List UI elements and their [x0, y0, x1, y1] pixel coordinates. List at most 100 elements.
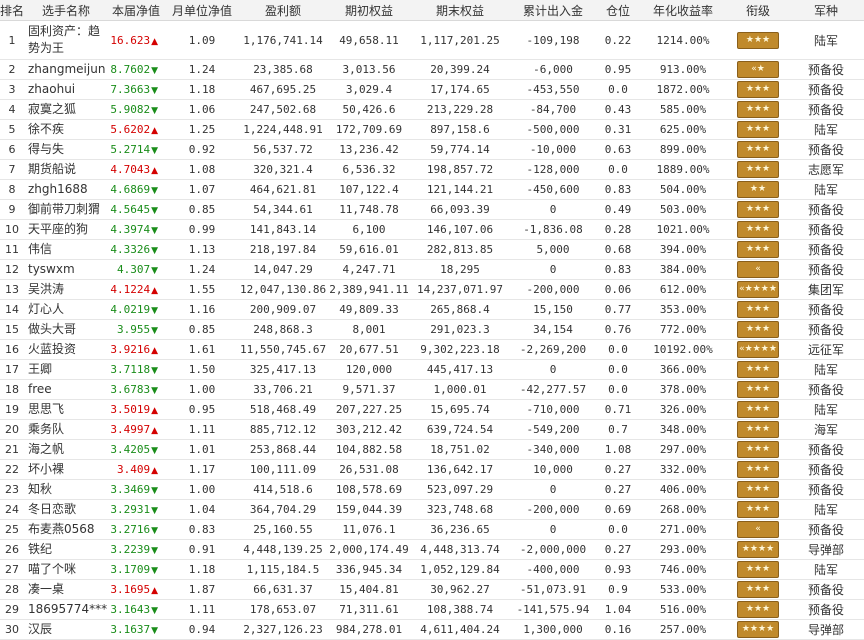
player-name-link[interactable]: 寂寞之狐 — [24, 99, 108, 120]
player-name-link[interactable]: 思思飞 — [24, 399, 108, 420]
table-row[interactable]: 1 固利资产：趋势为王 16.623▲ 1.09 1,176,741.14 49,658.… — [0, 20, 864, 60]
table-row[interactable]: 16 火蓝投资 3.9216▲ 1.61 11,550,745.67 20,677.51 9… — [0, 339, 864, 360]
table-row[interactable]: 17 王卿 3.7118▼ 1.50 325,417.13 120,000 445,417.… — [0, 359, 864, 380]
player-name-link[interactable]: 18695774*** — [24, 599, 108, 620]
table-row[interactable]: 13 吴洪涛 4.1224▲ 1.55 12,047,130.86 2,389,941.1… — [0, 279, 864, 300]
player-name-link[interactable]: 海之帆 — [24, 439, 108, 460]
net-flow-cell: -2,269,200 — [508, 339, 598, 360]
player-name-link[interactable]: 凑一桌 — [24, 579, 108, 600]
player-name-link[interactable]: zhaohui — [24, 79, 108, 100]
annual-return-cell: 746.00% — [638, 559, 728, 580]
player-name-link[interactable]: 冬日恋歌 — [24, 499, 108, 520]
table-row[interactable]: 3 zhaohui 7.3663▼ 1.18 467,695.25 3,029.4 17,1… — [0, 79, 864, 100]
start-equity-cell: 8,001 — [326, 319, 412, 340]
player-name-link[interactable]: 喵了个咪 — [24, 559, 108, 580]
player-name-link[interactable]: zhgh1688 — [24, 179, 108, 200]
table-row[interactable]: 18 free 3.6783▼ 1.00 33,706.21 9,571.37 1,000.… — [0, 379, 864, 400]
table-row[interactable]: 27 喵了个咪 3.1709▼ 1.18 1,115,184.5 336,945.34 1,… — [0, 559, 864, 580]
player-name-link[interactable]: tyswxm — [24, 259, 108, 280]
nav-value: 3.4205 — [110, 443, 151, 456]
col-flow-header[interactable]: 累计出入金 — [508, 0, 598, 21]
player-name-link[interactable]: 乘务队 — [24, 419, 108, 440]
profit-cell: 33,706.21 — [240, 379, 326, 400]
table-row[interactable]: 11 伟信 4.3326▼ 1.13 218,197.84 59,616.01 282,81… — [0, 239, 864, 260]
profit-cell: 12,047,130.86 — [240, 279, 326, 300]
profit-cell: 885,712.12 — [240, 419, 326, 440]
table-row[interactable]: 6 得与失 5.2714▼ 0.92 56,537.72 13,236.42 59,774.… — [0, 139, 864, 160]
table-row[interactable]: 29 18695774*** 3.1643▼ 1.11 178,653.07 71,311… — [0, 599, 864, 620]
table-row[interactable]: 20 乘务队 3.4997▲ 1.11 885,712.12 303,212.42 639,… — [0, 419, 864, 440]
table-row[interactable]: 14 灯心人 4.0219▼ 1.16 200,909.07 49,809.33 265,8… — [0, 299, 864, 320]
table-row[interactable]: 4 寂寞之狐 5.9082▼ 1.06 247,502.68 50,426.6 213,22… — [0, 99, 864, 120]
table-row[interactable]: 12 tyswxm 4.307▼ 1.24 14,047.29 4,247.71 18,29… — [0, 259, 864, 280]
table-row[interactable]: 21 海之帆 3.4205▼ 1.01 253,868.44 104,882.58 18,7… — [0, 439, 864, 460]
col-end-header[interactable]: 期末权益 — [412, 0, 508, 21]
start-equity-cell: 6,536.32 — [326, 159, 412, 180]
nav-cell: 5.6202▲ — [108, 119, 164, 140]
col-badge-header[interactable]: 衔级 — [728, 0, 788, 21]
net-flow-cell: -710,000 — [508, 399, 598, 420]
player-name-link[interactable]: zhangmeijun — [24, 59, 108, 80]
table-row[interactable]: 28 凑一桌 3.1695▲ 1.87 66,631.37 15,404.81 30,962… — [0, 579, 864, 600]
col-start-header[interactable]: 期初权益 — [326, 0, 412, 21]
player-name-link[interactable]: 天平座的狗 — [24, 219, 108, 240]
table-row[interactable]: 25 布麦燕0568 3.2716▼ 0.83 25,160.55 11,076.1 36,… — [0, 519, 864, 540]
col-branch-header[interactable]: 军种 — [788, 0, 864, 21]
player-name-link[interactable]: 坏小裸 — [24, 459, 108, 480]
net-flow-cell: -340,000 — [508, 439, 598, 460]
table-row[interactable]: 23 知秋 3.3469▼ 1.00 414,518.6 108,578.69 523,09… — [0, 479, 864, 500]
player-name-link[interactable]: 火蓝投资 — [24, 339, 108, 360]
table-row[interactable]: 22 坏小裸 3.409▲ 1.17 100,111.09 26,531.08 136,64… — [0, 459, 864, 480]
table-row[interactable]: 30 汉辰 3.1637▼ 0.94 2,327,126.23 984,278.01 4,6… — [0, 619, 864, 640]
table-row[interactable]: 24 冬日恋歌 3.2931▼ 1.04 364,704.29 159,044.39 323… — [0, 499, 864, 520]
net-flow-cell: -1,836.08 — [508, 219, 598, 240]
col-profit-header[interactable]: 盈利额 — [240, 0, 326, 21]
player-name-link[interactable]: 铁纪 — [24, 539, 108, 560]
col-nav-header[interactable]: 本届净值 — [108, 0, 164, 21]
table-row[interactable]: 26 铁纪 3.2239▼ 0.91 4,448,139.25 2,000,174.49 4… — [0, 539, 864, 560]
player-name-link[interactable]: 伟信 — [24, 239, 108, 260]
col-monthly-header[interactable]: 月单位净值 — [164, 0, 240, 21]
player-name-link[interactable]: 做头大哥 — [24, 319, 108, 340]
rank-badge-cell: ★★★ — [728, 159, 788, 180]
table-row[interactable]: 19 思思飞 3.5019▲ 0.95 518,468.49 207,227.25 15,6… — [0, 399, 864, 420]
player-name-link[interactable]: free — [24, 379, 108, 400]
rank-cell: 8 — [0, 179, 24, 200]
col-annual-header[interactable]: 年化收益率 — [638, 0, 728, 21]
net-flow-cell: -51,073.91 — [508, 579, 598, 600]
table-row[interactable]: 9 御前带刀刺猬 4.5645▼ 0.85 54,344.61 11,748.78 66,0… — [0, 199, 864, 220]
military-rank-badge-icon: ★★★ — [737, 441, 779, 458]
branch-cell: 预备役 — [788, 139, 864, 160]
end-equity-cell: 18,751.02 — [412, 439, 508, 460]
player-name-link[interactable]: 王卿 — [24, 359, 108, 380]
net-flow-cell: 0 — [508, 479, 598, 500]
branch-cell: 预备役 — [788, 59, 864, 80]
col-rank-header[interactable]: 排名 — [0, 0, 24, 21]
player-name-link[interactable]: 布麦燕0568 — [24, 519, 108, 540]
table-row[interactable]: 2 zhangmeijun 8.7602▼ 1.24 23,385.68 3,013.56… — [0, 59, 864, 80]
player-name-link[interactable]: 知秋 — [24, 479, 108, 500]
player-name-link[interactable]: 汉辰 — [24, 619, 108, 640]
arrow-down-icon: ▼ — [151, 486, 158, 496]
col-name-header[interactable]: 选手名称 — [24, 0, 108, 21]
rank-badge-cell: ★★★ — [728, 599, 788, 620]
end-equity-cell: 146,107.06 — [412, 219, 508, 240]
monthly-nav-cell: 0.85 — [164, 319, 240, 340]
nav-cell: 16.623▲ — [108, 20, 164, 60]
end-equity-cell: 213,229.28 — [412, 99, 508, 120]
player-name-link[interactable]: 得与失 — [24, 139, 108, 160]
player-name-link[interactable]: 徐不疾 — [24, 119, 108, 140]
table-row[interactable]: 5 徐不疾 5.6202▲ 1.25 1,224,448.91 172,709.69 897… — [0, 119, 864, 140]
table-row[interactable]: 10 天平座的狗 4.3974▼ 0.99 141,843.14 6,100 146,107… — [0, 219, 864, 240]
player-name-link[interactable]: 固利资产：趋势为王 — [24, 20, 108, 60]
player-name-link[interactable]: 吴洪涛 — [24, 279, 108, 300]
col-position-header[interactable]: 仓位 — [598, 0, 638, 21]
player-name-link[interactable]: 灯心人 — [24, 299, 108, 320]
arrow-down-icon: ▼ — [151, 446, 158, 456]
player-name-link[interactable]: 御前带刀刺猬 — [24, 199, 108, 220]
player-name-link[interactable]: 期货船说 — [24, 159, 108, 180]
table-row[interactable]: 8 zhgh1688 4.6869▼ 1.07 464,621.81 107,122.4 1… — [0, 179, 864, 200]
table-row[interactable]: 7 期货船说 4.7043▲ 1.08 320,321.4 6,536.32 198,857… — [0, 159, 864, 180]
table-row[interactable]: 15 做头大哥 3.955▼ 0.85 248,868.3 8,001 291,023.3 3… — [0, 319, 864, 340]
annual-return-cell: 503.00% — [638, 199, 728, 220]
